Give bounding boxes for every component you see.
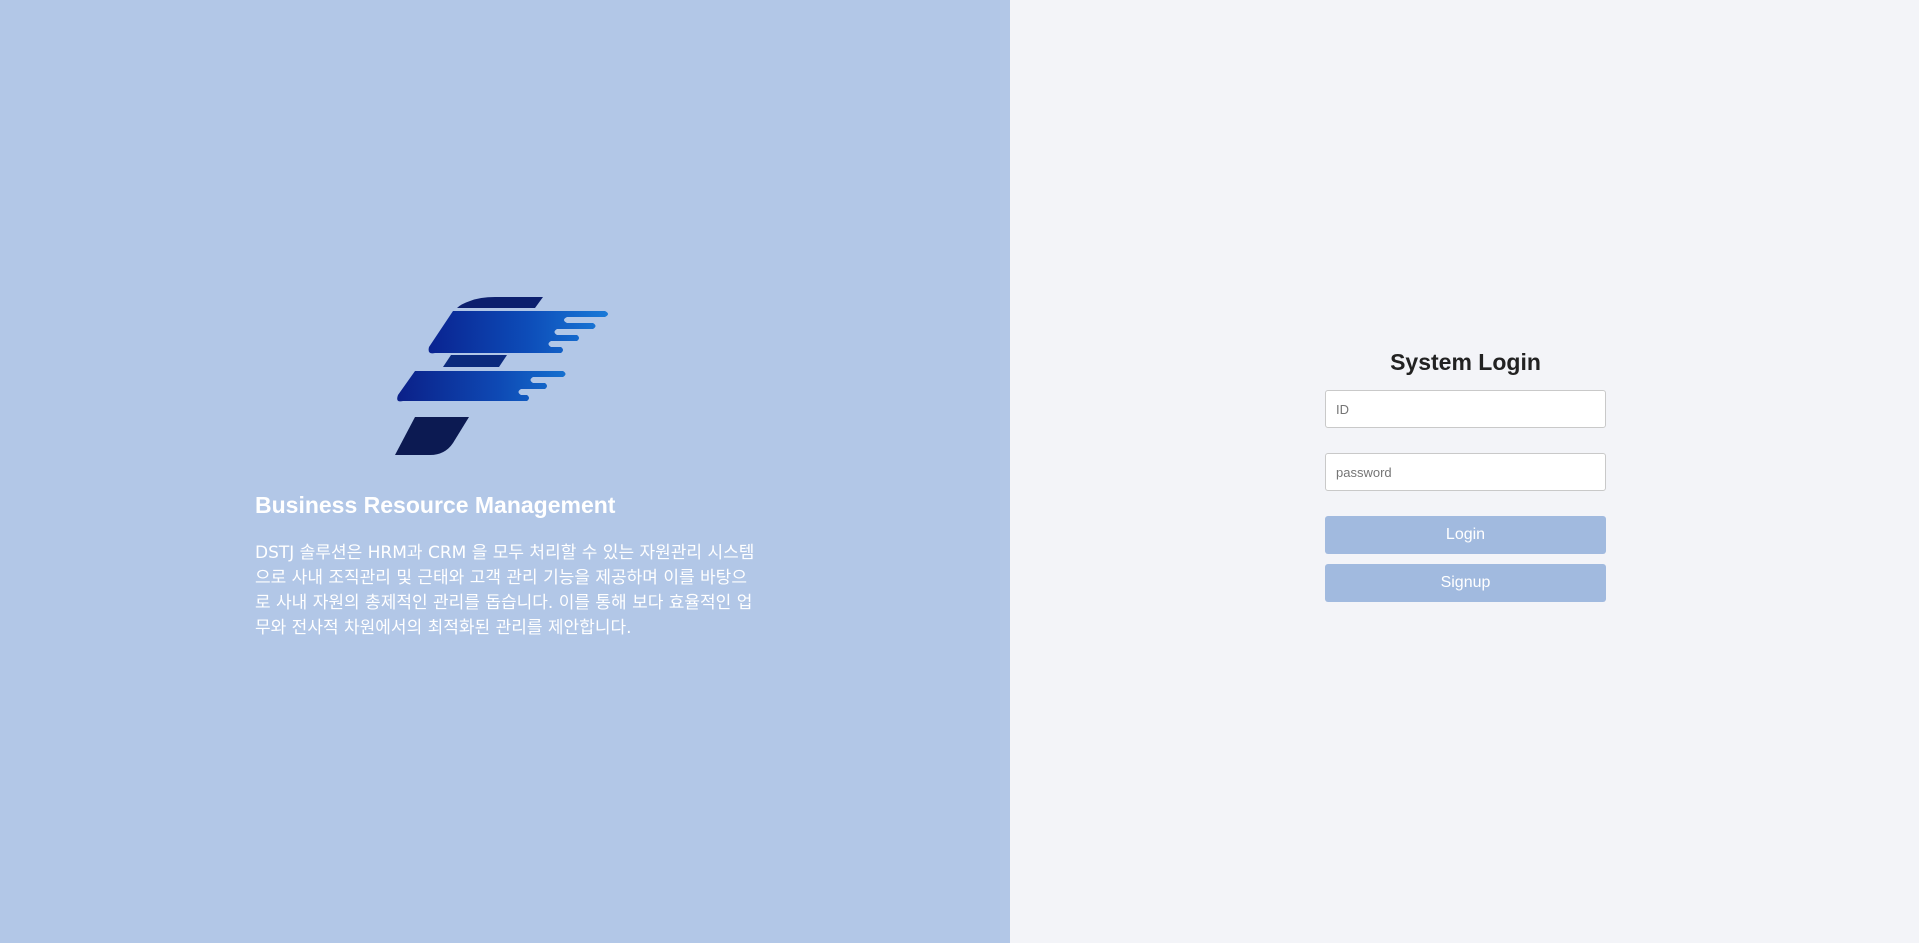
- login-title: System Login: [1390, 349, 1541, 375]
- login-page: Business Resource Management DSTJ 솔루션은 H…: [0, 0, 1919, 943]
- brand-description: DSTJ 솔루션은 HRM과 CRM 을 모두 처리할 수 있는 자원관리 시스…: [255, 543, 755, 638]
- login-button[interactable]: Login: [1325, 516, 1606, 554]
- id-input[interactable]: [1325, 390, 1606, 428]
- signup-button[interactable]: Signup: [1325, 564, 1606, 602]
- brand-panel: Business Resource Management DSTJ 솔루션은 H…: [0, 0, 1010, 943]
- login-form: System Login Login Signup: [1325, 345, 1606, 602]
- password-input[interactable]: [1325, 453, 1606, 491]
- company-logo-icon: [395, 297, 608, 455]
- brand-title: Business Resource Management: [255, 492, 616, 518]
